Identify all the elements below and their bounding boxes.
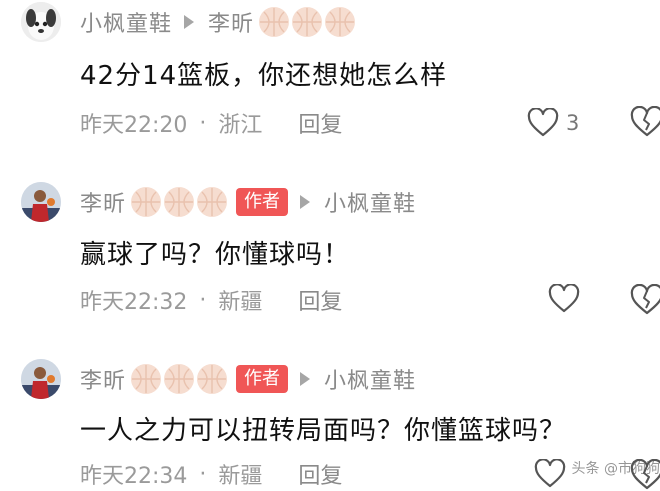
timestamp: 昨天22:32 bbox=[80, 290, 188, 315]
basketball-badge-icon bbox=[197, 187, 228, 217]
reply-button[interactable]: 回复 bbox=[298, 107, 342, 139]
avatar-player[interactable] bbox=[21, 359, 61, 399]
heart-icon bbox=[527, 108, 559, 137]
separator-dot: · bbox=[199, 287, 207, 313]
comment-meta: 昨天22:34 · 新疆 回复 bbox=[80, 458, 342, 490]
timestamp: 昨天22:34 bbox=[80, 464, 188, 489]
location: 浙江 bbox=[218, 113, 263, 138]
like-count: 3 bbox=[566, 111, 580, 135]
comment-text: 42分14篮板，你还想她怎么样 bbox=[80, 61, 448, 91]
author-tag: 作者 bbox=[236, 365, 289, 393]
reply-to-username[interactable]: 小枫童鞋 bbox=[324, 186, 416, 218]
basketball-badge-icon bbox=[292, 7, 323, 37]
dog-avatar-image bbox=[21, 2, 61, 42]
reply-arrow-icon bbox=[300, 195, 311, 209]
basketball-badge-icon bbox=[131, 187, 162, 217]
badge-group bbox=[128, 187, 228, 217]
badge-group bbox=[256, 7, 356, 37]
like-button[interactable] bbox=[548, 284, 580, 314]
heart-icon bbox=[548, 284, 580, 313]
comment-1: 小枫童鞋 李昕 42分14篮板，你还想她怎么样 昨天22:20 · 浙江 回复 … bbox=[0, 0, 660, 160]
reply-to-username[interactable]: 李昕 bbox=[208, 6, 254, 38]
avatar-player[interactable] bbox=[21, 182, 61, 222]
broken-heart-icon bbox=[630, 106, 660, 137]
player-avatar-image bbox=[21, 182, 61, 222]
basketball-badge-icon bbox=[259, 7, 290, 37]
reply-button[interactable]: 回复 bbox=[298, 458, 342, 490]
reply-arrow-icon bbox=[184, 15, 195, 29]
reply-button[interactable]: 回复 bbox=[298, 284, 342, 316]
broken-heart-icon bbox=[630, 284, 660, 315]
comment-thread: { "comments": [ { "username": "小枫童鞋", "r… bbox=[0, 0, 660, 490]
username[interactable]: 李昕 bbox=[80, 186, 126, 218]
dislike-button[interactable] bbox=[630, 284, 660, 316]
username[interactable]: 小枫童鞋 bbox=[80, 6, 172, 38]
watermark: 头条 @市狗狗 bbox=[571, 461, 660, 477]
comment-text: 赢球了吗？你懂球吗！ bbox=[80, 240, 351, 270]
avatar-dog[interactable] bbox=[21, 2, 61, 42]
location: 新疆 bbox=[218, 290, 263, 315]
badge-group bbox=[128, 364, 228, 394]
dislike-button[interactable] bbox=[630, 106, 660, 138]
comment-2: 李昕 作者 小枫童鞋 赢球了吗？你懂球吗！ 昨天22:32 · 新疆 回复 bbox=[0, 178, 660, 338]
basketball-badge-icon bbox=[164, 364, 195, 394]
heart-icon bbox=[534, 459, 566, 488]
comment-meta: 昨天22:20 · 浙江 回复 bbox=[80, 107, 342, 139]
username[interactable]: 李昕 bbox=[80, 363, 126, 395]
like-button[interactable]: 3 bbox=[527, 108, 579, 138]
like-button[interactable] bbox=[534, 459, 566, 489]
basketball-badge-icon bbox=[325, 7, 356, 37]
comment-3: 李昕 作者 小枫童鞋 一人之力可以扭转局面吗？你懂篮球吗？ 昨天22:34 · … bbox=[0, 355, 660, 490]
reply-arrow-icon bbox=[300, 372, 311, 386]
comment-header: 小枫童鞋 李昕 bbox=[80, 6, 356, 38]
comment-header: 李昕 作者 小枫童鞋 bbox=[80, 186, 416, 218]
basketball-badge-icon bbox=[197, 364, 228, 394]
separator-dot: · bbox=[199, 110, 207, 136]
timestamp: 昨天22:20 bbox=[80, 113, 188, 138]
comment-header: 李昕 作者 小枫童鞋 bbox=[80, 363, 416, 395]
comment-text: 一人之力可以扭转局面吗？你懂篮球吗？ bbox=[80, 416, 567, 446]
location: 新疆 bbox=[218, 464, 263, 489]
reply-to-username[interactable]: 小枫童鞋 bbox=[324, 363, 416, 395]
basketball-badge-icon bbox=[164, 187, 195, 217]
separator-dot: · bbox=[199, 461, 207, 487]
player-avatar-image bbox=[21, 359, 61, 399]
basketball-badge-icon bbox=[131, 364, 162, 394]
author-tag: 作者 bbox=[236, 188, 289, 216]
comment-meta: 昨天22:32 · 新疆 回复 bbox=[80, 284, 342, 316]
